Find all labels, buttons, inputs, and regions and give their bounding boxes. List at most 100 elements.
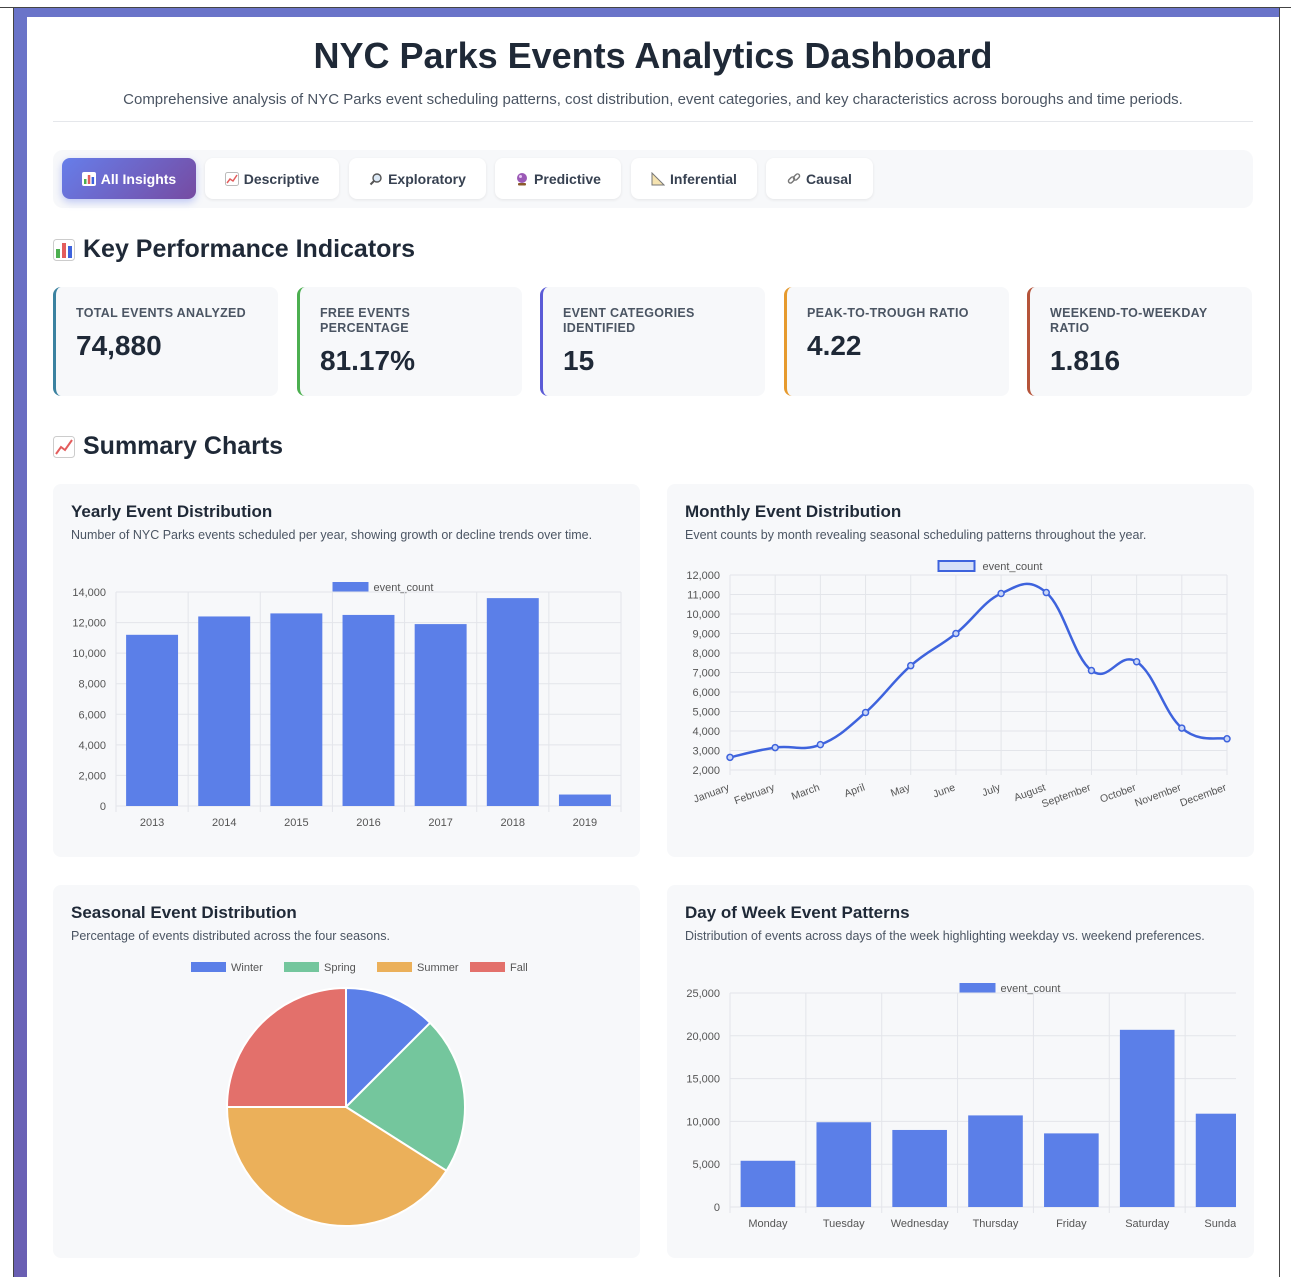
bar [558,794,611,806]
tab-predictive[interactable]: Predictive [495,158,621,199]
kpi-card-peak-trough: Peak-To-Trough Ratio 4.22 [784,287,1009,396]
bar-chart-icon [53,238,75,261]
kpi-card-weekend-ratio: Weekend-To-Weekday Ratio 1.816 [1027,287,1252,396]
kpi-label: Free Events Percentage [320,306,411,335]
seasonal-pie-chart: Winter Spring Summer Fall [191,962,528,1227]
legend-swatch [937,560,976,572]
x-tick-label: Thursday [973,1218,1019,1230]
link-icon [787,172,801,184]
data-point [997,589,1005,598]
y-tick-label: 25,000 [686,988,720,1000]
y-tick-label: 10,000 [686,609,720,621]
tab-all-insights[interactable]: All Insights [62,158,196,199]
data-point [771,743,779,752]
kpi-card-total-events: Total Events Analyzed 74,880 [53,287,278,396]
bar [486,598,539,806]
bar-chart-icon [81,171,96,186]
data-point [816,740,825,749]
seasonal-chart-card: Seasonal Event Distribution Percentage o… [53,885,640,1258]
monthly-chart-card: Monthly Event Distribution Event counts … [667,484,1254,857]
chart-description: Event counts by month revealing seasonal… [685,528,1147,542]
x-tick-label: February [733,781,777,807]
y-tick-label: 12,000 [72,618,106,630]
y-tick-label: 11,000 [687,590,720,602]
page-title: NYC Parks Events Analytics Dashboard [313,35,993,76]
dashboard-header: NYC Parks Events Analytics Dashboard Com… [53,17,1253,122]
legend-swatch [959,983,996,993]
legend-swatch [332,582,369,592]
x-tick-label: June [931,781,957,800]
x-tick-label: October [1098,781,1138,805]
window-right-edge [1279,8,1291,1277]
data-point [906,661,915,670]
legend-swatch [377,962,412,972]
y-tick-label: 10,000 [72,648,106,660]
chart-title: Monthly Event Distribution [685,502,902,521]
kpi-value: 4.22 [807,330,862,361]
chart-description: Distribution of events across days of th… [685,929,1205,943]
bar [892,1129,947,1207]
bar [740,1160,796,1207]
data-point [861,708,870,717]
tab-label: Predictive [534,170,601,187]
x-tick-label: Saturday [1125,1218,1170,1230]
bar [198,616,251,806]
y-tick-label: 6,000 [692,687,720,699]
legend-swatch [191,962,226,972]
tab-exploratory[interactable]: Exploratory [349,158,486,199]
x-tick-label: Sunday [1204,1218,1236,1230]
y-tick-label: 6,000 [78,709,106,721]
tab-label: Causal [806,170,852,187]
section-title-text: Key Performance Indicators [83,235,416,263]
legend-label: Fall [510,962,528,974]
triangle-ruler-icon [651,171,666,185]
y-tick-label: 0 [100,801,106,813]
tab-label: Exploratory [388,170,466,187]
x-tick-label: Monday [748,1218,788,1230]
x-tick-label: Friday [1056,1218,1087,1230]
x-tick-label: 2014 [212,817,236,829]
legend-label: Spring [324,962,356,974]
y-tick-label: 10,000 [686,1116,720,1128]
kpi-section-title: Key Performance Indicators [53,235,415,264]
x-tick-label: March [790,781,822,802]
dashboard-container: NYC Parks Events Analytics Dashboard Com… [27,17,1279,1277]
bar [1195,1113,1236,1207]
bar [968,1115,1023,1207]
tab-label: Descriptive [243,170,320,187]
legend-label: event_count [983,561,1043,573]
tab-inferential[interactable]: Inferential [631,158,757,199]
bar [126,634,179,806]
chart-description: Number of NYC Parks events scheduled per… [71,528,593,542]
x-tick-label: November [1133,781,1183,809]
x-tick-label: April [843,782,867,800]
monthly-line-chart: event_count 2,000 3,000 4,000 5,000 6,000 7,00… [686,560,1231,810]
data-point [952,629,960,638]
x-tick-label: July [980,781,1002,799]
kpi-label: Event Categories Identified [563,306,695,335]
y-tick-label: 9,000 [692,629,720,641]
kpi-value: 1.816 [1050,345,1121,376]
kpi-value: 74,880 [76,330,162,361]
data-point [1042,588,1051,597]
y-tick-label: 2,000 [692,765,720,777]
tab-causal[interactable]: Causal [766,158,873,199]
data-point [726,753,734,762]
x-tick-label: 2017 [428,817,452,829]
tab-descriptive[interactable]: Descriptive [205,158,339,199]
y-tick-label: 5,000 [692,707,720,719]
y-tick-label: 14,000 [72,587,106,599]
bar [1044,1133,1099,1207]
section-title-text: Summary Charts [83,432,284,460]
window-left-edge [0,8,14,1277]
bar [342,614,395,806]
x-tick-label: 2019 [573,817,597,829]
x-tick-label: 2018 [501,817,525,829]
y-tick-label: 0 [714,1202,720,1214]
y-tick-label: 3,000 [692,746,720,758]
yearly-chart-card: Yearly Event Distribution Number of NYC … [53,484,640,857]
tab-label: Inferential [670,170,737,187]
chart-title: Yearly Event Distribution [71,502,273,521]
y-tick-label: 4,000 [692,726,720,738]
y-tick-label: 2,000 [78,770,106,782]
